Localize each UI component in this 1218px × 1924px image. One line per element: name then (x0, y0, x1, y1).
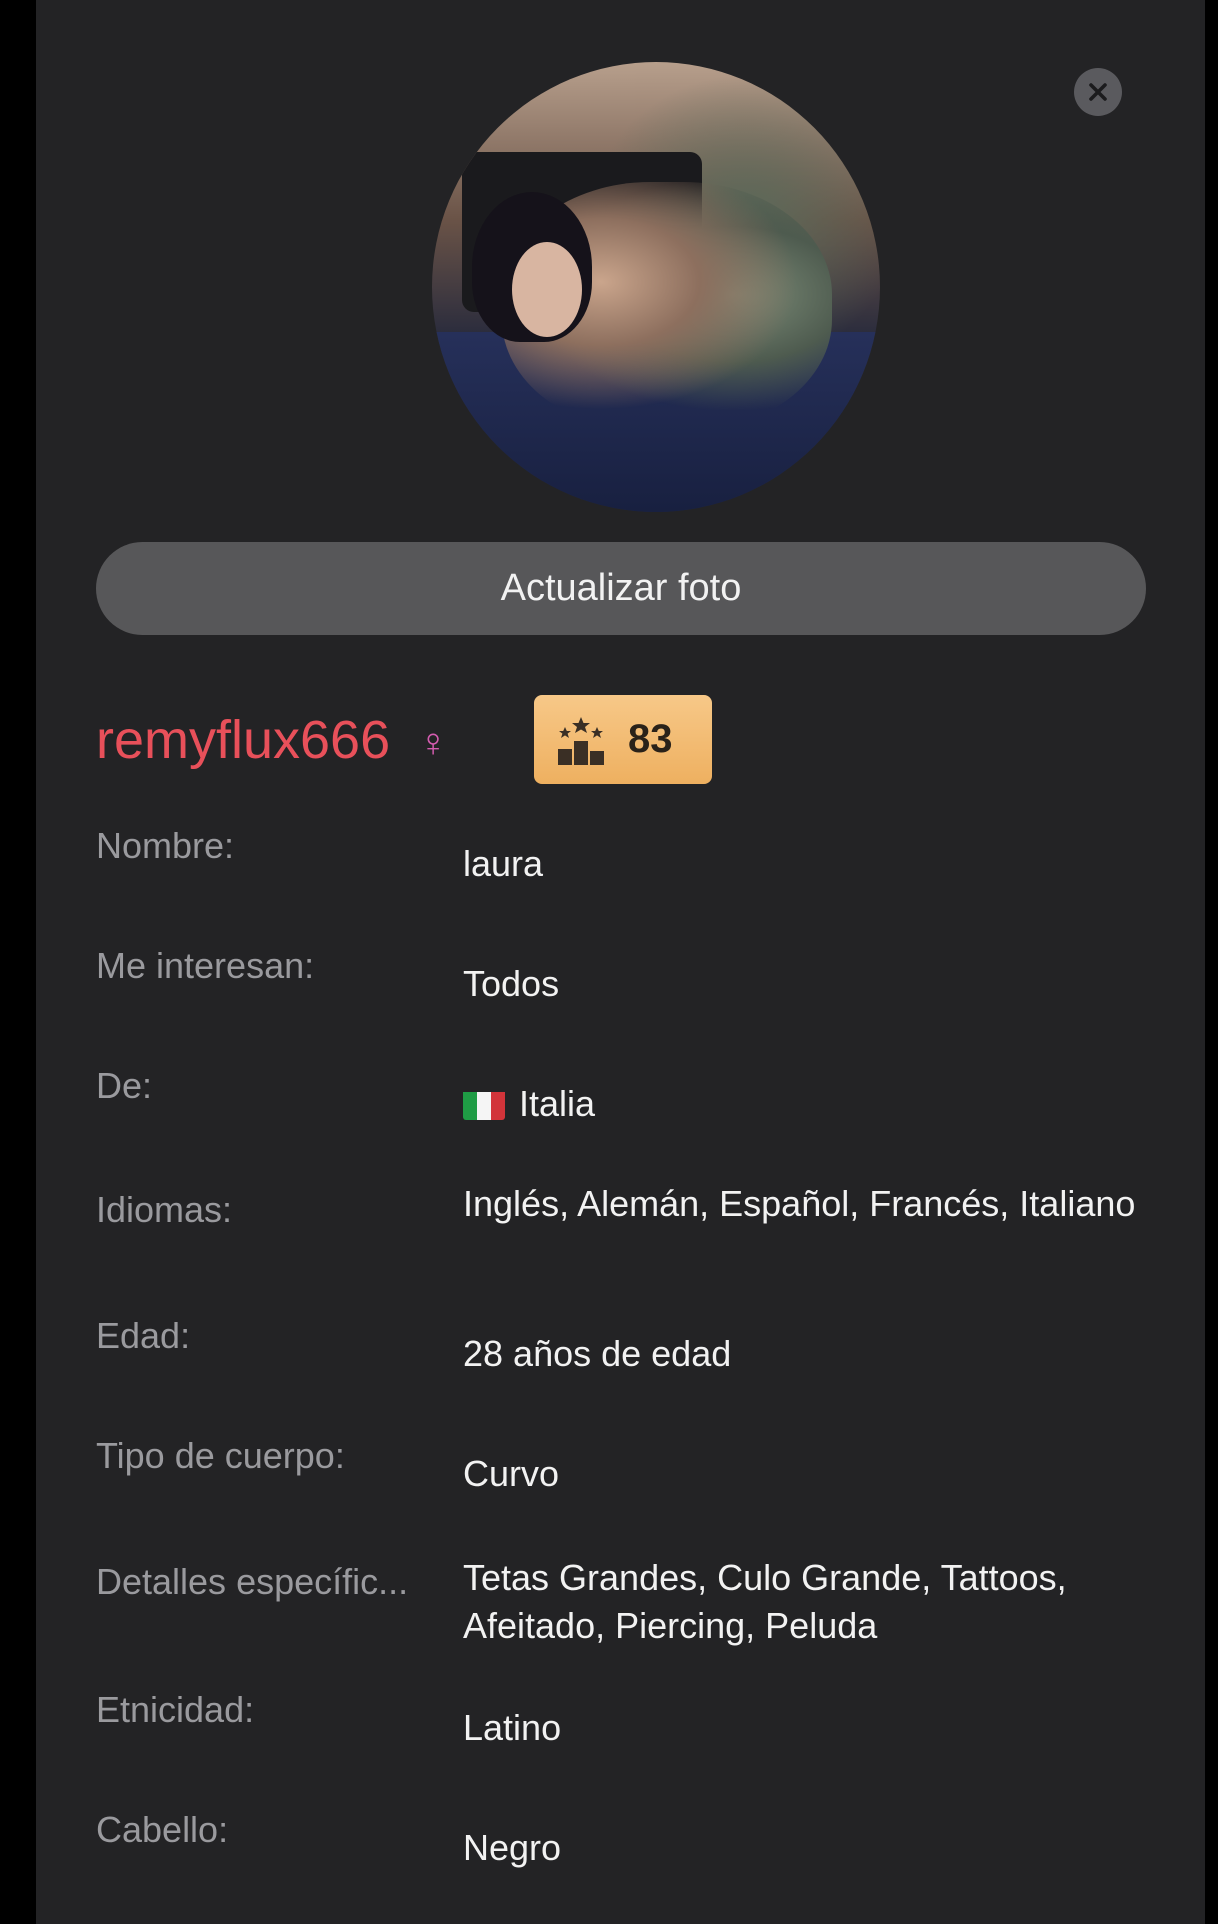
detail-value-origin: Italia (463, 1080, 1143, 1128)
detail-value: laura (463, 843, 544, 884)
country-name: Italia (519, 1083, 596, 1124)
detail-value: Curvo (463, 1453, 560, 1494)
detail-label: Nombre: (96, 825, 235, 866)
close-button[interactable] (1074, 68, 1122, 116)
detail-label: Tipo de cuerpo: (96, 1435, 345, 1476)
detail-row-languages: Idiomas: Inglés, Alemán, Español, Francé… (96, 1183, 1146, 1296)
detail-row-body-type: Tipo de cuerpo: Curvo (96, 1432, 1146, 1512)
female-gender-icon: ♀ (418, 721, 448, 765)
rank-value: 83 (628, 717, 673, 761)
detail-row-specific-details: Detalles específic... Tetas Grandes, Cul… (96, 1557, 1146, 1668)
detail-row-age: Edad: 28 años de edad (96, 1312, 1146, 1392)
detail-row-ethnicity: Etnicidad: Latino (96, 1686, 1146, 1766)
detail-row-nombre: Nombre: laura (96, 822, 1146, 902)
detail-value: 28 años de edad (463, 1333, 732, 1374)
detail-value: Todos (463, 963, 560, 1004)
detail-value: Tetas Grandes, Culo Grande, Tattoos, Afe… (463, 1557, 1067, 1646)
detail-value: Inglés, Alemán, Español, Francés, Italia… (463, 1183, 1136, 1224)
detail-label: De: (96, 1065, 153, 1106)
ranking-podium-icon (558, 716, 604, 765)
username: remyflux666 (96, 710, 391, 770)
italy-flag-icon (463, 1088, 505, 1120)
detail-value: Latino (463, 1707, 562, 1748)
detail-label: Edad: (96, 1315, 191, 1356)
detail-label: Detalles específic... (96, 1561, 409, 1602)
update-photo-button[interactable]: Actualizar foto (96, 542, 1146, 635)
detail-row-origin: De: Italia (96, 1062, 1146, 1142)
profile-photo[interactable] (432, 62, 880, 512)
detail-label: Me interesan: (96, 945, 315, 986)
photo-face (512, 242, 582, 337)
username-row: remyflux666 ♀ 83 (96, 690, 1146, 790)
detail-value: Negro (463, 1827, 562, 1868)
detail-label: Idiomas: (96, 1189, 233, 1230)
detail-label: Etnicidad: (96, 1689, 255, 1730)
close-icon (1089, 83, 1107, 101)
detail-label: Cabello: (96, 1809, 229, 1850)
rank-badge[interactable]: 83 (534, 695, 712, 784)
detail-row-hair: Cabello: Negro (96, 1806, 1146, 1886)
detail-row-interests: Me interesan: Todos (96, 942, 1146, 1022)
